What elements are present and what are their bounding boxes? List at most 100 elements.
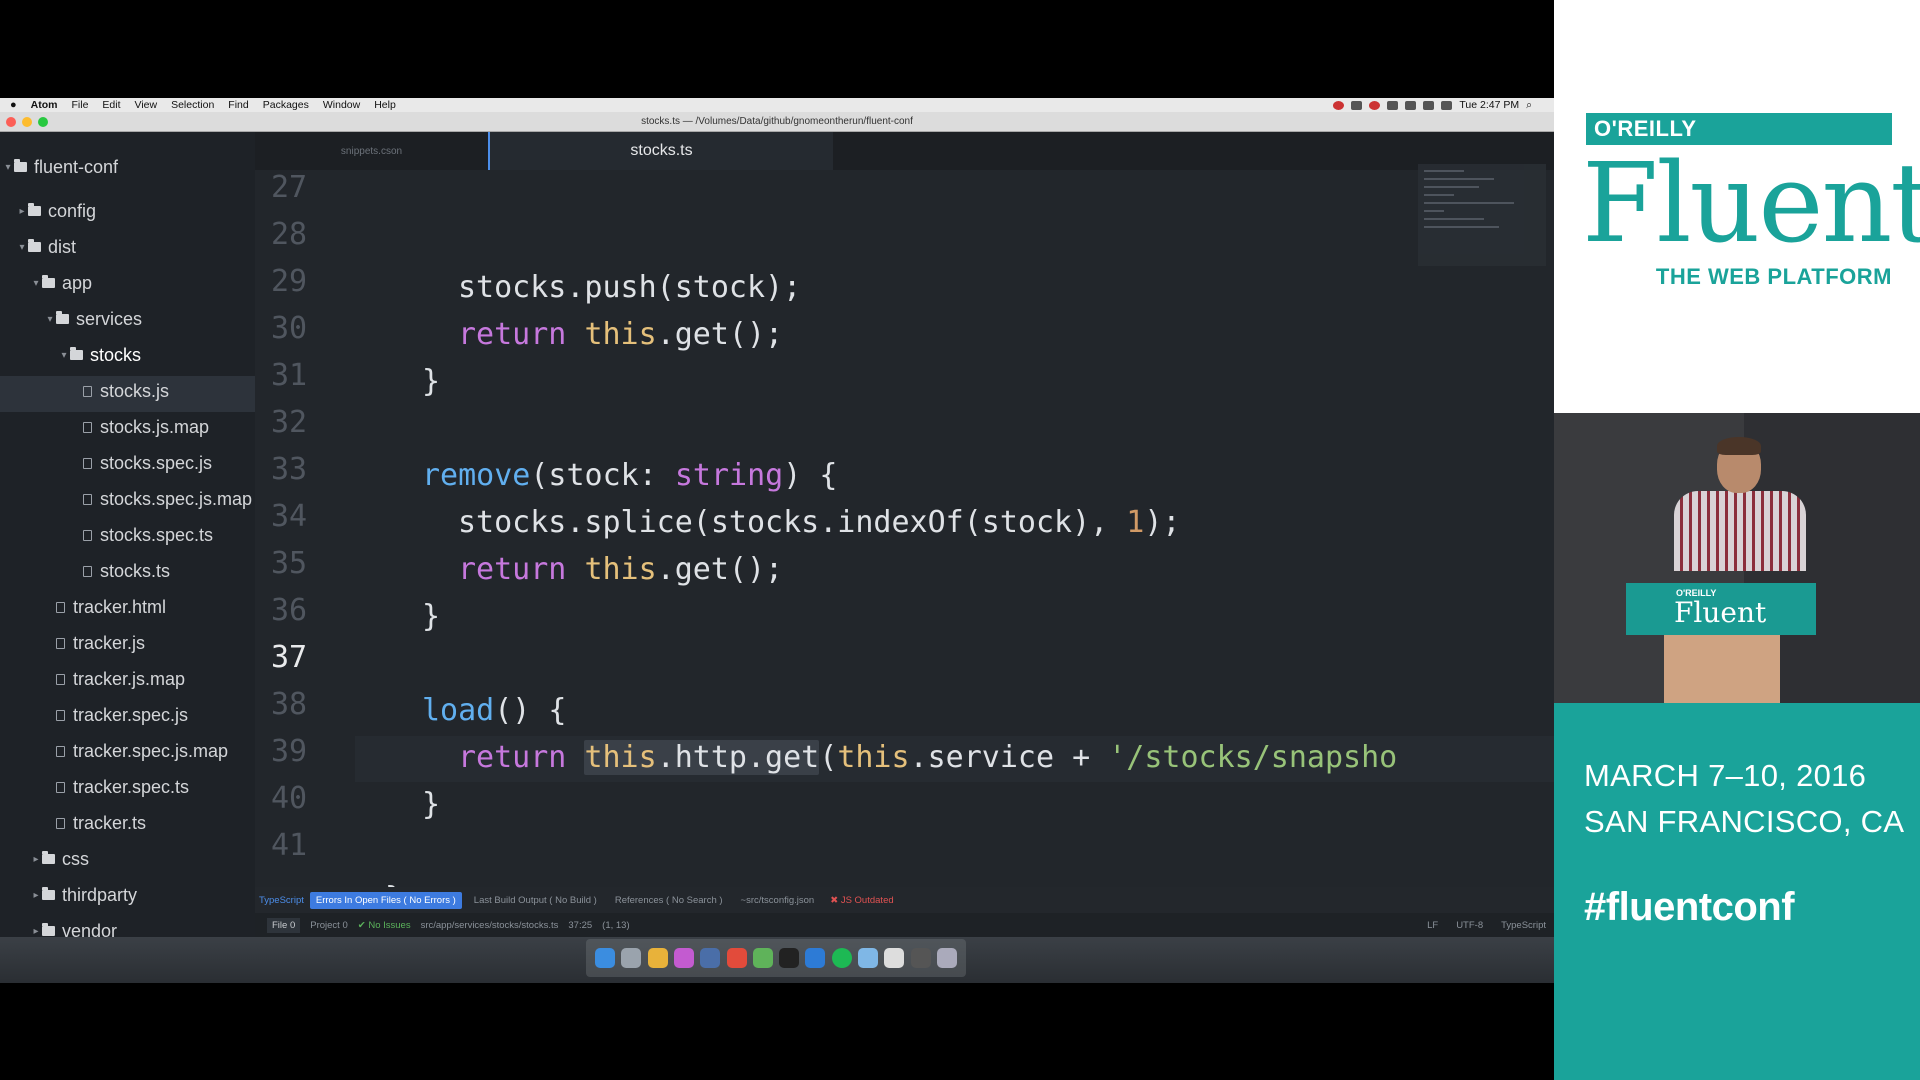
tree-file[interactable]: stocks.spec.js bbox=[83, 448, 212, 478]
menu-window[interactable]: Window bbox=[323, 99, 360, 111]
typescript-label[interactable]: TypeScript bbox=[259, 895, 304, 906]
tray-icon[interactable] bbox=[1369, 100, 1381, 110]
code-line-31[interactable]: remove(stock: string) { bbox=[422, 458, 837, 493]
tree-item-stocks[interactable]: ▾ stocks bbox=[58, 340, 141, 370]
file-icon bbox=[83, 529, 92, 541]
app-icon[interactable] bbox=[647, 948, 668, 968]
spotify-icon[interactable] bbox=[831, 948, 852, 968]
event-dates: MARCH 7–10, 2016 SAN FRANCISCO, CA bbox=[1584, 753, 1904, 845]
file-issues-tab[interactable]: File 0 bbox=[267, 917, 301, 933]
tray-icon[interactable] bbox=[1333, 100, 1345, 110]
launchpad-icon[interactable] bbox=[621, 948, 642, 968]
tree-item-thirdparty[interactable]: ▸ thirdparty bbox=[30, 880, 137, 910]
chrome-icon[interactable] bbox=[726, 948, 747, 968]
tree-file[interactable]: tracker.ts bbox=[56, 808, 146, 838]
hashtag: #fluentconf bbox=[1584, 885, 1795, 929]
trash-icon[interactable] bbox=[936, 948, 957, 968]
menu-edit[interactable]: Edit bbox=[102, 99, 120, 111]
file-path[interactable]: src/app/services/stocks/stocks.ts bbox=[421, 920, 559, 931]
line-number: 30 bbox=[271, 311, 308, 346]
tree-file[interactable]: tracker.spec.js bbox=[56, 700, 188, 730]
folder-icon bbox=[70, 347, 83, 360]
tree-file[interactable]: stocks.js.map bbox=[83, 412, 209, 442]
tree-file[interactable]: tracker.spec.js.map bbox=[56, 736, 228, 766]
build-output-button[interactable]: Last Build Output ( No Build ) bbox=[468, 892, 603, 909]
tree-file[interactable]: stocks.spec.js.map bbox=[83, 484, 255, 514]
tree-root[interactable]: ▾ fluent-conf bbox=[2, 152, 118, 182]
tree-file[interactable]: tracker.js.map bbox=[56, 664, 185, 694]
bluetooth-icon[interactable] bbox=[1405, 100, 1417, 110]
folder-icon bbox=[42, 887, 55, 900]
tree-item-config[interactable]: ▸ config bbox=[16, 196, 96, 226]
tab-snippets[interactable]: snippets.cson bbox=[255, 132, 488, 170]
speaker-video: O'REILLY Fluent bbox=[1554, 413, 1920, 703]
cursor-position[interactable]: 37:25 bbox=[568, 920, 592, 931]
battery-icon[interactable] bbox=[1441, 100, 1453, 110]
minimap[interactable] bbox=[1418, 164, 1546, 266]
code-line-34[interactable]: } bbox=[422, 599, 440, 634]
clock[interactable]: Tue 2:47 PM bbox=[1459, 99, 1519, 111]
menu-find[interactable]: Find bbox=[228, 99, 248, 111]
code-line-32[interactable]: stocks.splice(stocks.indexOf(stock), 1); bbox=[458, 505, 1180, 540]
code-line-37[interactable]: return this.http.get(this.service + '/st… bbox=[458, 740, 1397, 775]
chevron-down-icon: ▾ bbox=[33, 277, 39, 289]
terminal-icon[interactable] bbox=[779, 948, 800, 968]
code-line-27[interactable]: stocks.push(stock); bbox=[458, 270, 801, 305]
linter-status[interactable]: ✔ No Issues bbox=[358, 920, 411, 931]
tray-icon[interactable] bbox=[1351, 100, 1363, 110]
line-number: 27 bbox=[271, 170, 308, 205]
tree-file[interactable]: stocks.js bbox=[83, 376, 169, 406]
code-line-36[interactable]: load() { bbox=[422, 693, 567, 728]
app-icon[interactable] bbox=[857, 948, 878, 968]
code-line-33[interactable]: return this.get(); bbox=[458, 552, 783, 587]
code-line-29[interactable]: } bbox=[422, 364, 440, 399]
tree-item-dist[interactable]: ▾ dist bbox=[16, 232, 76, 262]
folder-icon bbox=[42, 923, 55, 936]
tree-file[interactable]: stocks.spec.ts bbox=[83, 520, 213, 550]
folder-icon bbox=[28, 239, 41, 252]
apple-icon[interactable]: ● bbox=[10, 99, 17, 111]
tsconfig-link[interactable]: ~src/tsconfig.json bbox=[735, 892, 821, 909]
js-outdated-status[interactable]: ✖ JS Outdated bbox=[830, 895, 893, 906]
desktop: ● Atom File Edit View Selection Find Pac… bbox=[0, 98, 1554, 983]
file-icon bbox=[56, 781, 65, 793]
wifi-icon[interactable] bbox=[1423, 100, 1435, 110]
event-date: MARCH 7–10, 2016 bbox=[1584, 758, 1867, 793]
tree-file[interactable]: stocks.ts bbox=[83, 556, 170, 586]
tree-file[interactable]: tracker.html bbox=[56, 592, 166, 622]
vscode-icon[interactable] bbox=[805, 948, 826, 968]
menu-packages[interactable]: Packages bbox=[263, 99, 309, 111]
grammar[interactable]: TypeScript bbox=[1501, 920, 1546, 931]
menu-app[interactable]: Atom bbox=[31, 99, 58, 111]
project-issues-tab[interactable]: Project 0 bbox=[310, 920, 348, 931]
tab-stocks-ts[interactable]: stocks.ts bbox=[488, 132, 833, 170]
spotlight-icon[interactable]: ⌕ bbox=[1526, 99, 1532, 112]
tree-file[interactable]: tracker.js bbox=[56, 628, 145, 658]
encoding[interactable]: UTF-8 bbox=[1456, 920, 1483, 931]
file-icon bbox=[83, 493, 92, 505]
menu-file[interactable]: File bbox=[72, 99, 89, 111]
menu-view[interactable]: View bbox=[135, 99, 158, 111]
window-title: stocks.ts — /Volumes/Data/github/gnomeon… bbox=[641, 116, 913, 127]
tray-icon[interactable] bbox=[1387, 100, 1399, 110]
menu-selection[interactable]: Selection bbox=[171, 99, 214, 111]
file-icon bbox=[83, 385, 92, 397]
line-number: 31 bbox=[271, 358, 308, 393]
tree-file[interactable]: tracker.spec.ts bbox=[56, 772, 189, 802]
app-icon[interactable] bbox=[752, 948, 773, 968]
app-icon[interactable] bbox=[673, 948, 694, 968]
code-line-28[interactable]: return this.get(); bbox=[458, 317, 783, 352]
tree-item-app[interactable]: ▾ app bbox=[30, 268, 92, 298]
references-button[interactable]: References ( No Search ) bbox=[609, 892, 729, 909]
app-icon[interactable] bbox=[910, 948, 931, 968]
line-ending[interactable]: LF bbox=[1427, 920, 1438, 931]
finder-icon[interactable] bbox=[595, 948, 616, 968]
tree-item-services[interactable]: ▾ services bbox=[44, 304, 142, 334]
chevron-down-icon: ▾ bbox=[5, 161, 11, 173]
app-icon[interactable] bbox=[884, 948, 905, 968]
menu-help[interactable]: Help bbox=[374, 99, 396, 111]
code-line-38[interactable]: } bbox=[422, 787, 440, 822]
safari-icon[interactable] bbox=[700, 948, 721, 968]
tree-item-css[interactable]: ▸ css bbox=[30, 844, 89, 874]
errors-panel-button[interactable]: Errors In Open Files ( No Errors ) bbox=[309, 891, 462, 909]
